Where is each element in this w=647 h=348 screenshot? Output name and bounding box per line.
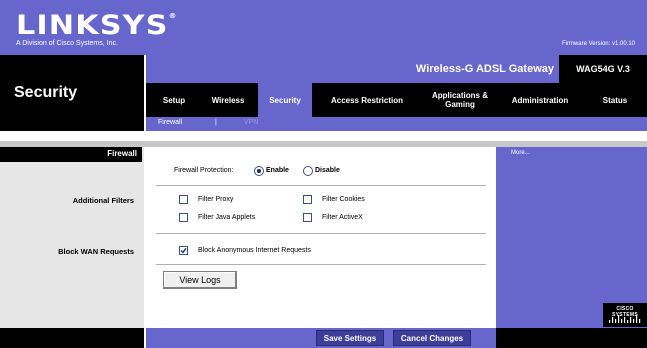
linksys-logo: LINKSYS® — [16, 10, 178, 41]
subtab-vpn[interactable]: VPN — [244, 119, 258, 126]
enable-label: Enable — [266, 167, 289, 174]
more-link[interactable]: More... — [511, 150, 530, 156]
filter-proxy-checkbox[interactable] — [179, 195, 188, 204]
section-title: Firewall — [107, 149, 137, 158]
enable-radio[interactable] — [254, 166, 264, 176]
tab-setup[interactable]: Setup — [152, 83, 196, 117]
divider-line — [156, 264, 486, 265]
cancel-changes-button[interactable]: Cancel Changes — [393, 330, 471, 346]
disable-label: Disable — [315, 167, 340, 174]
spacer — [0, 131, 647, 141]
cisco-bars-icon — [609, 315, 641, 323]
tab-status[interactable]: Status — [590, 83, 640, 117]
filter-java-checkbox[interactable] — [179, 213, 188, 222]
subtab-bar — [144, 117, 647, 131]
content-area — [146, 147, 494, 328]
page-title: Security — [14, 84, 78, 101]
tab-access-restriction[interactable]: Access Restriction — [316, 83, 418, 117]
model-number: WAG54G V.3 — [576, 64, 630, 74]
filter-cookies-checkbox[interactable] — [303, 195, 312, 204]
tab-security[interactable]: Security — [258, 83, 312, 117]
divider-line — [156, 185, 486, 186]
filter-cookies-label: Filter Cookies — [322, 196, 365, 203]
filter-proxy-label: Filter Proxy — [198, 196, 234, 203]
additional-filters-label: Additional Filters — [72, 196, 134, 205]
help-panel — [496, 147, 647, 328]
tab-wireless[interactable]: Wireless — [203, 83, 253, 117]
logo-subtitle: A Division of Cisco Systems, Inc. — [16, 40, 118, 47]
save-settings-button[interactable]: Save Settings — [316, 330, 384, 346]
block-anonymous-label: Block Anonymous Internet Requests — [198, 247, 311, 254]
radio-selected-dot — [257, 169, 261, 173]
product-name: Wireless-G ADSL Gateway — [415, 63, 554, 75]
filter-activex-label: Filter ActiveX — [322, 214, 363, 221]
filter-activex-checkbox[interactable] — [303, 213, 312, 222]
subtab-firewall[interactable]: Firewall — [158, 119, 182, 126]
view-logs-button[interactable]: View Logs — [163, 271, 237, 289]
checkmark-icon — [180, 247, 187, 254]
block-anonymous-checkbox[interactable] — [179, 246, 188, 255]
tab-administration[interactable]: Administration — [500, 83, 580, 117]
subtab-separator: | — [215, 119, 217, 126]
tab-applications-gaming[interactable]: Applications & Gaming — [430, 83, 490, 117]
block-wan-label: Block WAN Requests — [58, 247, 134, 256]
divider-line — [156, 233, 486, 234]
firmware-version: Firmware Version: v1.00.10 — [561, 41, 635, 47]
filter-java-label: Filter Java Applets — [198, 214, 256, 221]
label-column — [0, 147, 144, 328]
firewall-protection-label: Firewall Protection: — [174, 167, 234, 174]
disable-radio[interactable] — [303, 166, 313, 176]
